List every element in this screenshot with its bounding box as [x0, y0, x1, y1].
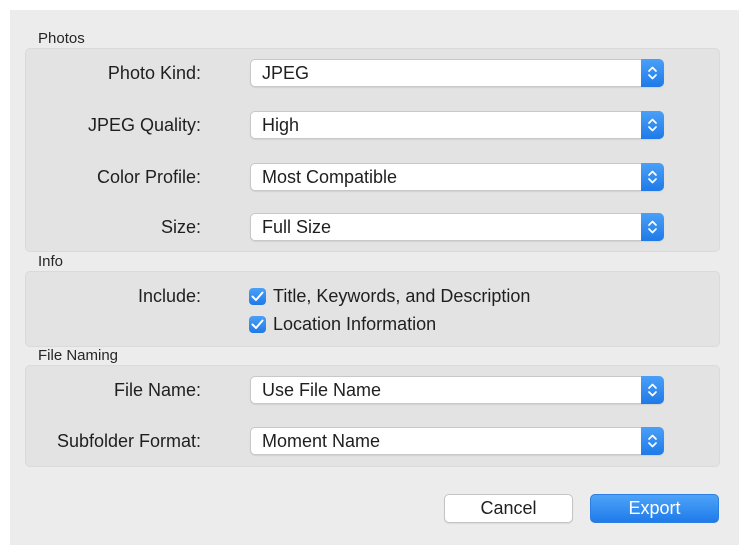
- photo-kind-label: Photo Kind:: [107, 63, 201, 83]
- up-down-chevron-icon: [641, 163, 664, 191]
- info-group: Include: Title, Keywords, and Descriptio…: [25, 271, 720, 347]
- size-value: Full Size: [262, 217, 332, 237]
- file-naming-group: File Name: Use File Name Subfolder Forma…: [25, 365, 720, 467]
- checkmark-icon: [251, 291, 264, 301]
- include-label: Include:: [137, 286, 201, 306]
- size-select[interactable]: Full Size: [250, 213, 664, 241]
- title-keywords-checkbox-row[interactable]: Title, Keywords, and Description: [249, 285, 530, 307]
- up-down-chevron-icon: [641, 59, 664, 87]
- section-title-info: Info: [38, 253, 64, 270]
- title-keywords-label: Title, Keywords, and Description: [273, 285, 531, 306]
- color-profile-label: Color Profile:: [96, 167, 201, 187]
- export-dialog: Photos Photo Kind: JPEG JPEG Quality: Hi…: [10, 10, 739, 545]
- file-name-value: Use File Name: [262, 380, 382, 400]
- photos-group: Photo Kind: JPEG JPEG Quality: High Colo…: [25, 48, 720, 252]
- file-name-select[interactable]: Use File Name: [250, 376, 664, 404]
- photo-kind-value: JPEG: [262, 63, 310, 83]
- section-title-file-naming: File Naming: [38, 347, 119, 364]
- color-profile-value: Most Compatible: [262, 167, 398, 187]
- color-profile-select[interactable]: Most Compatible: [250, 163, 664, 191]
- subfolder-format-label: Subfolder Format:: [56, 431, 201, 451]
- checkmark-icon: [251, 319, 264, 329]
- subfolder-format-select[interactable]: Moment Name: [250, 427, 664, 455]
- title-keywords-checkbox[interactable]: [249, 287, 266, 305]
- up-down-chevron-icon: [641, 111, 664, 139]
- jpeg-quality-value: High: [262, 115, 300, 135]
- jpeg-quality-select[interactable]: High: [250, 111, 664, 139]
- file-name-label: File Name:: [113, 380, 201, 400]
- photo-kind-select[interactable]: JPEG: [250, 59, 664, 87]
- size-label: Size:: [160, 217, 201, 237]
- location-info-checkbox[interactable]: [249, 315, 266, 333]
- location-info-checkbox-row[interactable]: Location Information: [249, 313, 436, 335]
- export-button[interactable]: Export: [590, 494, 719, 523]
- section-title-photos: Photos: [38, 30, 85, 47]
- jpeg-quality-label: JPEG Quality:: [87, 115, 201, 135]
- up-down-chevron-icon: [641, 427, 664, 455]
- subfolder-format-value: Moment Name: [262, 431, 381, 451]
- up-down-chevron-icon: [641, 213, 664, 241]
- location-info-label: Location Information: [273, 313, 437, 334]
- cancel-button[interactable]: Cancel: [444, 494, 573, 523]
- up-down-chevron-icon: [641, 376, 664, 404]
